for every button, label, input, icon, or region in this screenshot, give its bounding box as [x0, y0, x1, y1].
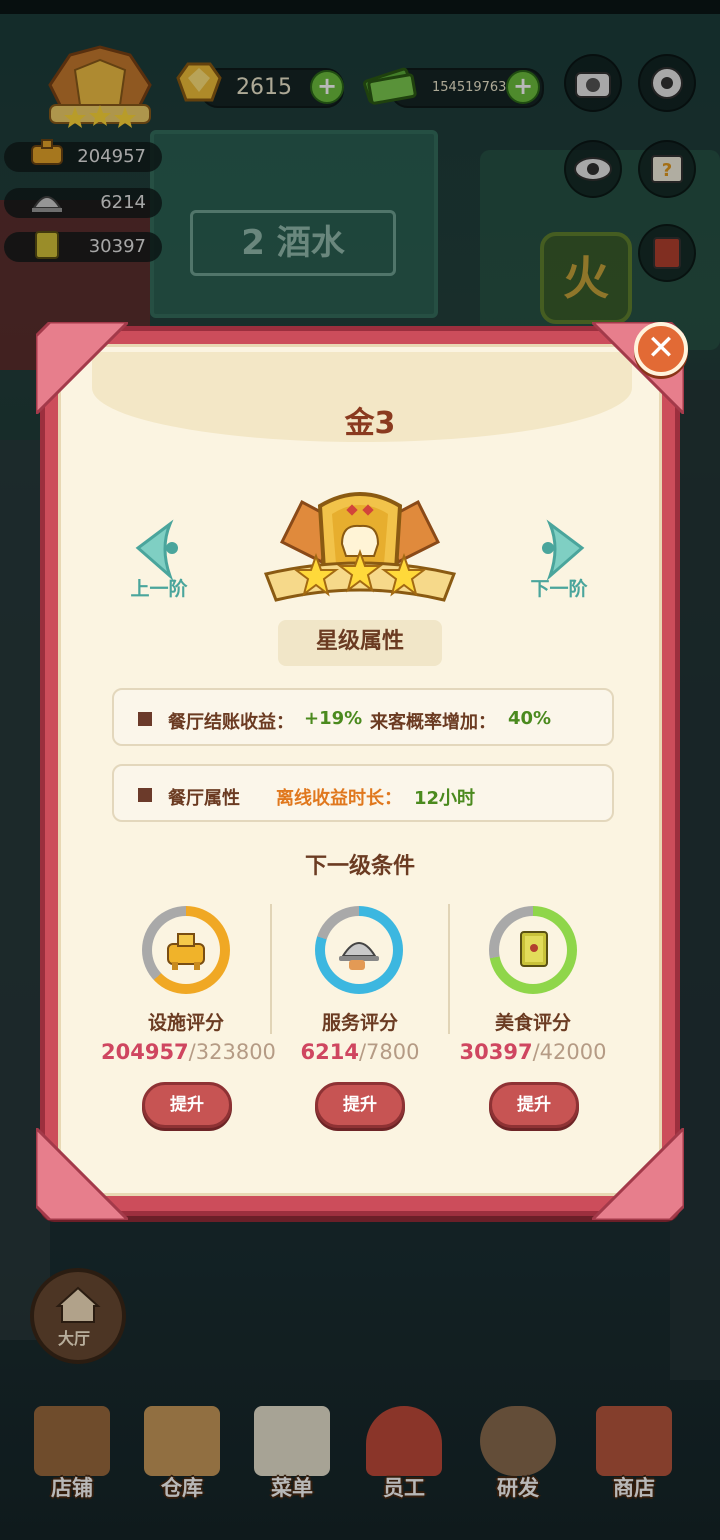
bullet-icon — [138, 712, 152, 726]
rank-title: 金3 — [344, 406, 396, 441]
cloche-icon — [339, 942, 379, 970]
next-level-header: 下一级条件 — [304, 854, 415, 879]
upgrade-facility-button[interactable]: 提升 — [142, 1082, 232, 1128]
corner-ribbon-icon — [592, 1128, 684, 1220]
food-score-label: 美食评分 — [494, 1012, 571, 1034]
facility-score-label: 设施评分 — [147, 1012, 224, 1034]
menu-book-icon — [520, 931, 548, 967]
prev-rank-label[interactable]: 上一阶 — [114, 574, 204, 601]
next-rank-label[interactable]: 下一阶 — [514, 574, 604, 601]
facility-current: 204957 — [101, 1040, 189, 1064]
column-divider — [448, 904, 450, 1034]
close-button[interactable]: ✕ — [634, 322, 688, 376]
facility-target: 323800 — [195, 1040, 276, 1064]
food-target: 42000 — [539, 1040, 607, 1064]
hotpot-icon — [167, 933, 205, 970]
checkout-income-value: +19% — [304, 708, 363, 729]
checkout-income-label: 餐厅结账收益： — [168, 712, 294, 733]
gold-rank-badge-icon — [263, 492, 457, 602]
close-icon: ✕ — [646, 328, 676, 368]
upgrade-service-button[interactable]: 提升 — [315, 1082, 405, 1128]
service-score-progress: 6214/7800 — [300, 1040, 420, 1064]
guest-rate-value: 40% — [508, 708, 552, 729]
star-attributes-header: 星级属性 — [278, 620, 442, 666]
attribute-row-income: 餐厅结账收益： +19% 来客概率增加： 40% — [112, 688, 614, 746]
food-score-progress: 30397/42000 — [459, 1040, 607, 1064]
facility-score-progress: 204957/323800 — [101, 1040, 276, 1064]
bullet-icon — [138, 788, 152, 802]
corner-ribbon-icon — [36, 1128, 128, 1220]
service-score-label: 服务评分 — [321, 1012, 398, 1034]
corner-ribbon-icon — [36, 322, 128, 414]
column-divider — [270, 904, 272, 1034]
upgrade-food-button[interactable]: 提升 — [489, 1082, 579, 1128]
guest-rate-label: 来客概率增加： — [370, 712, 496, 733]
attribute-row-offline: 餐厅属性 离线收益时长： 12小时 — [112, 764, 614, 822]
service-target: 7800 — [366, 1040, 420, 1064]
offline-duration-value: 12小时 — [414, 788, 476, 809]
service-current: 6214 — [300, 1040, 359, 1064]
food-current: 30397 — [459, 1040, 533, 1064]
offline-duration-label: 离线收益时长： — [276, 788, 402, 809]
restaurant-attr-label: 餐厅属性 — [168, 788, 240, 809]
